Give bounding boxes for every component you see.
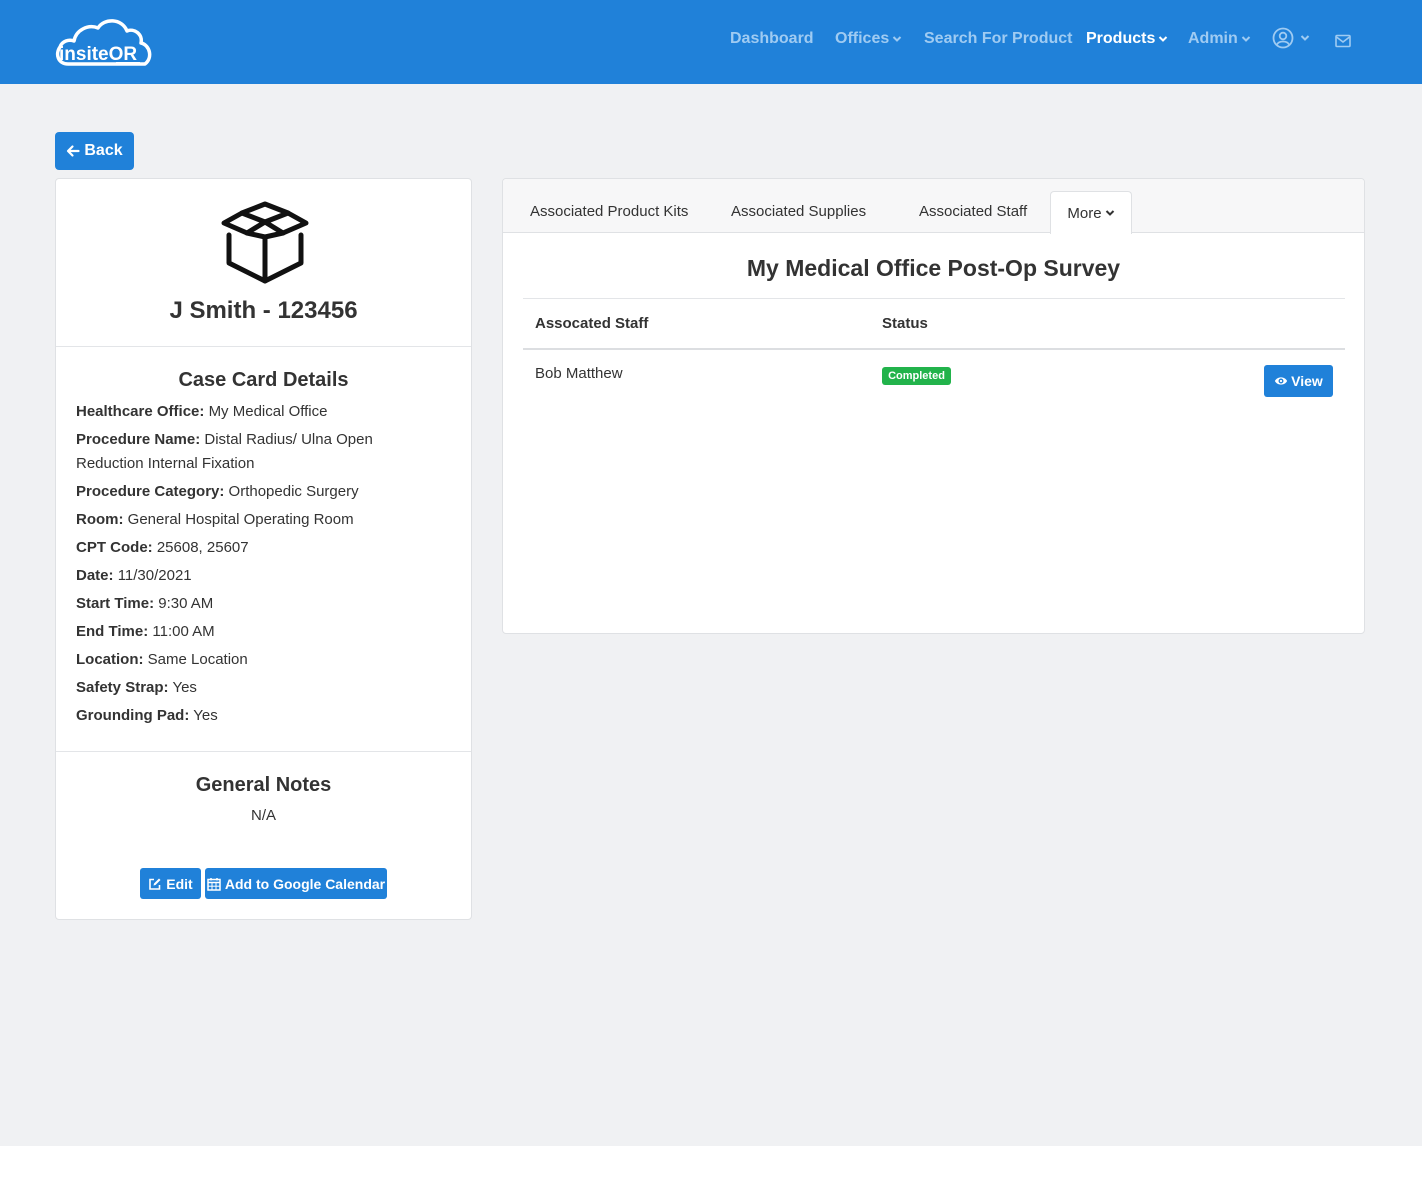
nav-products[interactable]: Products [1086,30,1168,48]
nav-offices[interactable]: Offices [835,30,902,48]
nav-dashboard-label: Dashboard [730,30,814,47]
chevron-down-icon [892,34,902,44]
detail-grounding-pad: Grounding Pad: Yes [76,707,218,724]
arrow-left-icon [67,145,80,157]
status-badge: Completed [882,367,951,385]
detail-location: Location: Same Location [76,651,248,668]
general-notes-heading: General Notes [195,774,332,796]
user-menu[interactable] [1272,27,1310,49]
cloud-logo-icon: insiteOR [55,19,152,66]
tab-more-label: More [1067,204,1102,222]
back-button[interactable]: Back [55,132,134,170]
column-header-staff: Assocated Staff [535,315,649,332]
calendar-icon [207,877,221,891]
eye-icon [1275,377,1288,385]
calendar-button-label: Add to Google Calendar [224,875,386,892]
envelope-icon [1335,34,1351,48]
table-top-border [523,298,1345,299]
general-notes-value: N/A [250,807,276,824]
row-staff-name: Bob Matthew [535,365,623,382]
chevron-down-icon [1300,33,1310,43]
divider [56,346,471,347]
nav-offices-label: Offices [835,30,890,47]
edit-button[interactable]: Edit [140,868,201,899]
detail-safety-strap: Safety Strap: Yes [76,679,197,696]
view-button[interactable]: View [1264,365,1333,397]
survey-title: My Medical Office Post-Op Survey [746,255,1121,281]
tab-associated-staff[interactable]: Associated Staff [919,203,1027,220]
nav-search-label: Search For Product [924,30,1073,47]
survey-panel: Associated Product Kits Associated Suppl… [502,178,1365,634]
detail-procedure-name: Procedure Name: Distal Radius/ Ulna Open… [76,431,373,472]
tab-associated-supplies[interactable]: Associated Supplies [731,203,866,220]
chevron-down-icon [1241,34,1251,44]
tab-associated-product-kits[interactable]: Associated Product Kits [530,203,688,220]
detail-procedure-category: Procedure Category: Orthopedic Surgery [76,483,359,500]
logo-text: insiteOR [59,44,137,65]
detail-room: Room: General Hospital Operating Room [76,511,354,528]
add-to-google-calendar-button[interactable]: Add to Google Calendar [205,868,387,899]
tab-more[interactable]: More [1050,191,1132,234]
detail-healthcare-office: Healthcare Office: My Medical Office [76,403,328,420]
back-button-label: Back [84,142,123,159]
nav-admin[interactable]: Admin [1188,30,1251,48]
chevron-down-icon [1158,34,1168,44]
case-title: J Smith - 123456 [169,297,358,324]
edit-button-label: Edit [166,875,193,892]
user-circle-icon [1272,27,1294,49]
open-box-icon [220,201,310,287]
detail-date: Date: 11/30/2021 [76,567,192,584]
view-button-label: View [1291,373,1323,389]
nav-admin-label: Admin [1188,30,1238,47]
nav-dashboard[interactable]: Dashboard [730,30,814,48]
case-details-heading: Case Card Details [178,369,349,391]
detail-end-time: End Time: 11:00 AM [76,623,215,640]
nav-search-for-product[interactable]: Search For Product [924,30,1072,48]
insiteor-logo[interactable]: insiteOR [54,14,154,70]
divider [56,751,471,752]
detail-cpt-code: CPT Code: 25608, 25607 [76,539,249,556]
messages-button[interactable] [1335,34,1351,48]
nav-products-label: Products [1086,30,1156,47]
table-header-border [523,348,1345,350]
top-navbar: insiteOR Dashboard Offices Search For Pr… [0,0,1422,84]
edit-icon [149,878,161,890]
column-header-status: Status [882,315,928,332]
tab-bar: Associated Product Kits Associated Suppl… [503,179,1364,234]
chevron-down-icon [1105,208,1115,218]
detail-start-time: Start Time: 9:30 AM [76,595,214,612]
case-card: J Smith - 123456 Case Card Details Healt… [55,178,472,920]
